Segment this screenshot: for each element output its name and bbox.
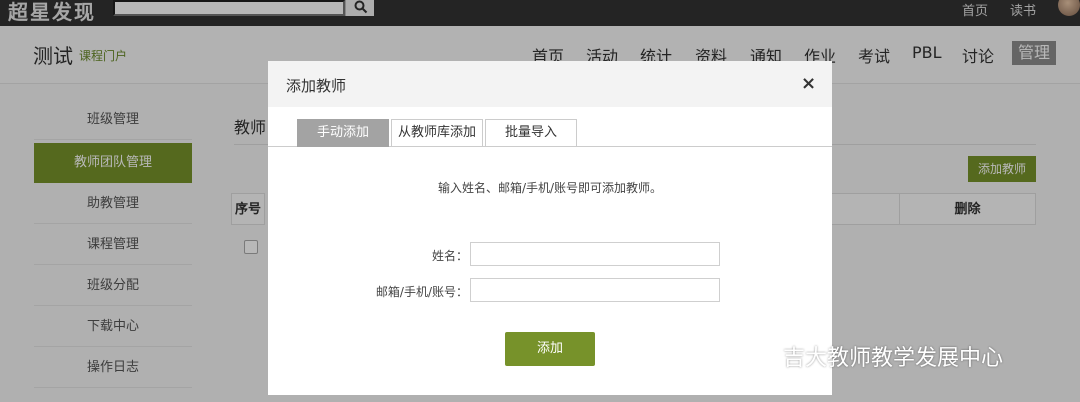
close-icon[interactable]: × xyxy=(801,73,816,94)
tab-batch-import[interactable]: 批量导入 xyxy=(485,119,577,147)
tab-from-library[interactable]: 从教师库添加 xyxy=(391,119,483,147)
name-label: 姓名： xyxy=(431,249,468,263)
watermark-text: 吉大教师教学发展中心 xyxy=(783,346,1004,371)
submit-add-button[interactable]: 添加 xyxy=(505,332,595,366)
modal-header: 添加教师 × xyxy=(268,61,832,107)
watermark: 吉大教师教学发展中心 xyxy=(735,340,1075,374)
modal-title: 添加教师 xyxy=(286,77,347,95)
modal-hint: 输入姓名、邮箱/手机/账号即可添加教师。 xyxy=(437,181,663,195)
account-input[interactable] xyxy=(470,278,720,302)
wechat-icon xyxy=(737,344,772,369)
account-label: 邮箱/手机/账号： xyxy=(375,285,468,299)
tab-manual-add[interactable]: 手动添加 xyxy=(297,119,389,147)
name-input[interactable] xyxy=(470,242,720,266)
